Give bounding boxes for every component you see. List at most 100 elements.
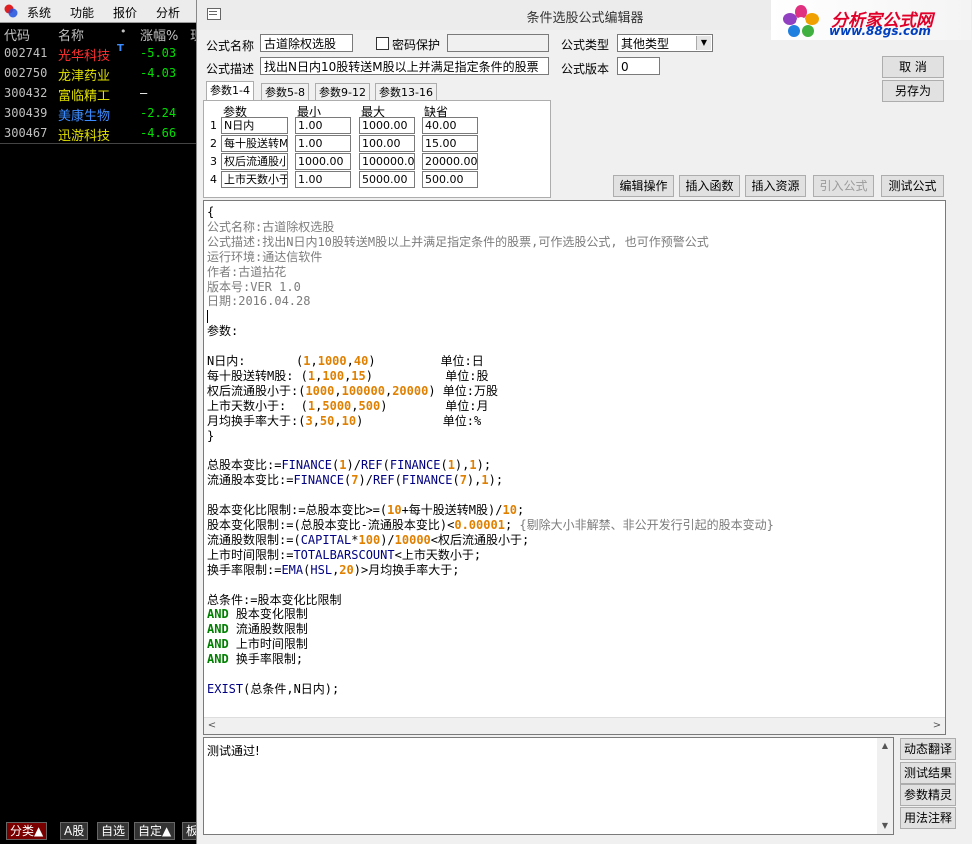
tab-params-13-16[interactable]: 参数13-16	[375, 83, 437, 101]
code-line[interactable]: 股本变化限制:=(总股本变比-流通股本变比)<0.00001; {剔除大小非解禁…	[207, 518, 774, 533]
code-line[interactable]: }	[207, 429, 774, 444]
menu-system[interactable]: 系统	[27, 4, 51, 21]
dynamic-translate-button[interactable]: 动态翻译	[900, 738, 956, 760]
password-checkbox[interactable]	[376, 37, 389, 50]
output-vertical-scrollbar[interactable]: ▲ ▼	[877, 738, 893, 834]
code-line[interactable]: AND 股本变化限制	[207, 607, 774, 622]
code-line[interactable]: AND 流通股数限制	[207, 622, 774, 637]
code-line[interactable]: EXIST(总条件,N日内);	[207, 682, 774, 697]
param-min-input[interactable]: 1.00	[295, 117, 351, 134]
code-line[interactable]: 股本变化比限制:=总股本变比>=(10+每十股送转M股)/10;	[207, 503, 774, 518]
formula-type-select[interactable]: 其他类型 ▼	[617, 34, 713, 52]
code-line[interactable]	[207, 339, 774, 354]
param-min-input[interactable]: 1000.00	[295, 153, 351, 170]
code-line[interactable]: 日期:2016.04.28	[207, 294, 774, 309]
formula-name-input[interactable]: 古道除权选股	[260, 34, 353, 52]
scroll-down-icon[interactable]: ▼	[877, 818, 893, 834]
insert-resource-button[interactable]: 插入资源	[745, 175, 806, 197]
param-name-input[interactable]: 权后流通股小	[221, 153, 288, 170]
code-line[interactable]	[207, 444, 774, 459]
tab-params-9-12[interactable]: 参数9-12	[315, 83, 370, 101]
test-result-button[interactable]: 测试结果	[900, 762, 956, 784]
code-line[interactable]: N日内: (1,1000,40) 单位:日	[207, 354, 774, 369]
param-max-input[interactable]: 100000.00	[359, 153, 415, 170]
param-min-input[interactable]: 1.00	[295, 135, 351, 152]
stock-row[interactable]: 002750 龙津药业 -4.03	[0, 63, 196, 84]
scroll-up-icon[interactable]: ▲	[877, 738, 893, 754]
import-formula-button[interactable]: 引入公式	[813, 175, 874, 197]
test-formula-button[interactable]: 测试公式	[881, 175, 944, 197]
param-default-input[interactable]: 40.00	[422, 117, 478, 134]
edit-operation-button[interactable]: 编辑操作	[613, 175, 674, 197]
tab-params-1-4[interactable]: 参数1-4	[206, 81, 254, 101]
save-as-button[interactable]: 另存为	[882, 80, 944, 102]
stock-name: 富临精工	[58, 89, 111, 104]
code-line[interactable]	[207, 578, 774, 593]
editor-horizontal-scrollbar[interactable]: < >	[204, 717, 945, 734]
param-wizard-button[interactable]: 参数精灵	[900, 784, 956, 806]
formula-version-input[interactable]: 0	[617, 57, 660, 75]
param-default-input[interactable]: 20000.00	[422, 153, 478, 170]
tab-watchlist[interactable]: 自选	[97, 822, 130, 840]
formula-code-text[interactable]: {公式名称:古道除权选股 公式描述:找出N日内10股转送M股以上并满足指定条件的股…	[207, 205, 774, 697]
usage-notes-button[interactable]: 用法注释	[900, 807, 956, 829]
stock-row[interactable]: 002741 光华科技 T -5.03	[0, 43, 196, 64]
test-output-box[interactable]: 测试通过! ▲ ▼	[203, 737, 894, 835]
param-max-input[interactable]: 100.00	[359, 135, 415, 152]
formula-code-editor[interactable]: {公式名称:古道除权选股 公式描述:找出N日内10股转送M股以上并满足指定条件的股…	[203, 200, 946, 735]
tab-a-shares[interactable]: A股	[60, 822, 89, 840]
param-default-input[interactable]: 15.00	[422, 135, 478, 152]
tab-custom[interactable]: 自定▲	[134, 822, 176, 840]
menu-quote[interactable]: 报价	[113, 4, 137, 21]
code-line[interactable]: 上市时间限制:=TOTALBARSCOUNT<上市天数小于;	[207, 548, 774, 563]
code-line[interactable]	[207, 488, 774, 503]
stock-row[interactable]: 300439 美康生物 -2.24	[0, 103, 196, 124]
code-line[interactable]: 公式名称:古道除权选股	[207, 220, 774, 235]
bottom-tab-bar: 分类▲ A股 自选 自定▲ 板	[0, 820, 203, 840]
param-name-input[interactable]: 每十股送转M	[221, 135, 288, 152]
code-line[interactable]: 版本号:VER 1.0	[207, 280, 774, 295]
code-line[interactable]: 权后流通股小于:(1000,100000,20000) 单位:万股	[207, 384, 774, 399]
code-line[interactable]: {	[207, 205, 774, 220]
param-min-input[interactable]: 1.00	[295, 171, 351, 188]
param-name-input[interactable]: 上市天数小于	[221, 171, 288, 188]
param-index: 3	[210, 155, 217, 168]
scroll-left-icon[interactable]: <	[204, 718, 220, 734]
password-input[interactable]	[447, 34, 549, 52]
code-line[interactable]: 公式描述:找出N日内10股转送M股以上并满足指定条件的股票,可作选股公式, 也可…	[207, 235, 774, 250]
stock-row[interactable]: 300467 迅游科技 -4.66	[0, 123, 196, 144]
menu-function[interactable]: 功能	[70, 4, 94, 21]
code-line[interactable]: 流通股本变比:=FINANCE(7)/REF(FINANCE(7),1);	[207, 473, 774, 488]
stock-name: 龙津药业	[58, 69, 111, 84]
formula-desc-input[interactable]: 找出N日内10股转送M股以上并满足指定条件的股票	[260, 57, 549, 75]
code-line[interactable]: AND 换手率限制;	[207, 652, 774, 667]
menu-analysis[interactable]: 分析	[156, 4, 180, 21]
param-max-input[interactable]: 1000.00	[359, 117, 415, 134]
chevron-down-icon[interactable]: ▼	[696, 36, 711, 50]
stock-row[interactable]: 300432 富临精工 —	[0, 83, 196, 104]
code-line[interactable]	[207, 309, 774, 324]
tab-category[interactable]: 分类▲	[6, 822, 48, 840]
code-line[interactable]: 流通股数限制:=(CAPITAL*100)/10000<权后流通股小于;	[207, 533, 774, 548]
param-max-input[interactable]: 5000.00	[359, 171, 415, 188]
param-name-input[interactable]: N日内	[221, 117, 288, 134]
code-line[interactable]: 总股本变比:=FINANCE(1)/REF(FINANCE(1),1);	[207, 458, 774, 473]
code-line[interactable]: 上市天数小于: (1,5000,500) 单位:月	[207, 399, 774, 414]
insert-function-button[interactable]: 插入函数	[679, 175, 740, 197]
header-code[interactable]: 代码	[4, 25, 30, 44]
code-line[interactable]: 参数:	[207, 324, 774, 339]
code-line[interactable]: 每十股送转M股: (1,100,15) 单位:股	[207, 369, 774, 384]
param-default-input[interactable]: 500.00	[422, 171, 478, 188]
cancel-button[interactable]: 取 消	[882, 56, 944, 78]
code-line[interactable]: 总条件:=股本变化比限制	[207, 593, 774, 608]
header-change[interactable]: 涨幅%	[140, 25, 178, 44]
header-name[interactable]: 名称	[58, 25, 84, 44]
code-line[interactable]: 运行环境:通达信软件	[207, 250, 774, 265]
code-line[interactable]: 月均换手率大于:(3,50,10) 单位:%	[207, 414, 774, 429]
code-line[interactable]	[207, 667, 774, 682]
code-line[interactable]: 换手率限制:=EMA(HSL,20)>月均换手率大于;	[207, 563, 774, 578]
scroll-right-icon[interactable]: >	[929, 718, 945, 734]
tab-params-5-8[interactable]: 参数5-8	[261, 83, 309, 101]
code-line[interactable]: AND 上市时间限制	[207, 637, 774, 652]
code-line[interactable]: 作者:古道拈花	[207, 265, 774, 280]
